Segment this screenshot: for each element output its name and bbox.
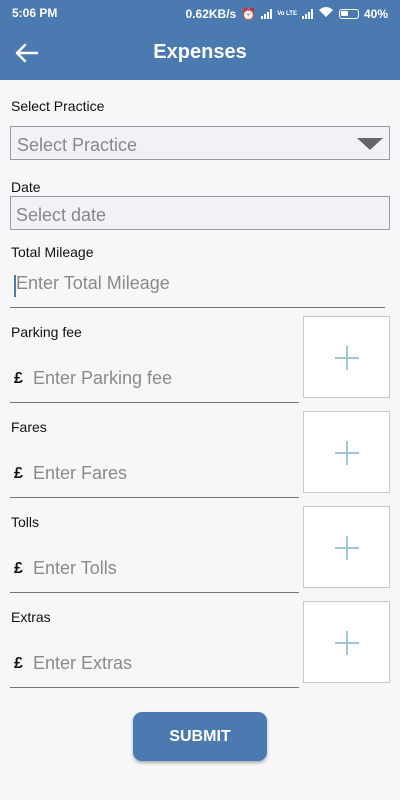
extras-placeholder: Enter Extras: [33, 653, 133, 673]
fares-label: Fares: [11, 419, 47, 435]
tolls-input[interactable]: Enter Tolls: [10, 558, 299, 593]
plus-icon: [335, 536, 359, 560]
battery-icon: [338, 8, 359, 19]
add-parking-receipt-button[interactable]: [303, 316, 390, 398]
mileage-placeholder: Enter Total Mileage: [16, 273, 170, 293]
date-placeholder: Select date: [16, 205, 107, 225]
dropdown-caret-icon: [357, 138, 383, 150]
plus-icon: [335, 346, 359, 370]
parking-label: Parking fee: [11, 324, 82, 340]
parking-placeholder: Enter Parking fee: [33, 368, 173, 388]
status-indicators: 0.62KB/s ⏰ Vo LTE 40%: [186, 6, 388, 21]
date-field[interactable]: Select date: [10, 196, 390, 230]
add-extras-receipt-button[interactable]: [303, 601, 390, 683]
tolls-label: Tolls: [11, 514, 40, 530]
add-fares-receipt-button[interactable]: [303, 411, 390, 493]
fares-placeholder: Enter Fares: [33, 463, 128, 483]
submit-button[interactable]: SUBMIT: [133, 712, 267, 761]
wifi-icon: [318, 6, 334, 21]
practice-placeholder: Select Practice: [17, 135, 138, 155]
fares-input[interactable]: Enter Fares: [10, 463, 299, 498]
practice-select[interactable]: Select Practice: [10, 126, 390, 160]
status-time: 5:06 PM: [12, 6, 58, 20]
signal-icon: [261, 8, 273, 19]
plus-icon: [335, 441, 359, 465]
extras-label: Extras: [11, 609, 51, 625]
plus-icon: [335, 631, 359, 655]
signal-icon-2: [301, 8, 313, 19]
status-bar: 5:06 PM 0.62KB/s ⏰ Vo LTE 40%: [0, 0, 400, 26]
date-label: Date: [11, 179, 41, 195]
add-tolls-receipt-button[interactable]: [303, 506, 390, 588]
app-bar: Expenses: [0, 26, 400, 80]
page-title: Expenses: [153, 41, 247, 63]
network-speed: 0.62KB/s: [185, 6, 237, 21]
extras-input[interactable]: Enter Extras: [10, 653, 299, 688]
volte-indicator: Vo LTE: [277, 10, 297, 17]
battery-percent: 40%: [363, 6, 388, 21]
mileage-label: Total Mileage: [11, 244, 94, 260]
alarm-off-icon: ⏰: [241, 6, 257, 21]
tolls-placeholder: Enter Tolls: [33, 558, 117, 578]
practice-label: Select Practice: [11, 98, 105, 114]
mileage-input[interactable]: Enter Total Mileage: [10, 273, 385, 308]
parking-input[interactable]: Enter Parking fee: [10, 368, 299, 403]
